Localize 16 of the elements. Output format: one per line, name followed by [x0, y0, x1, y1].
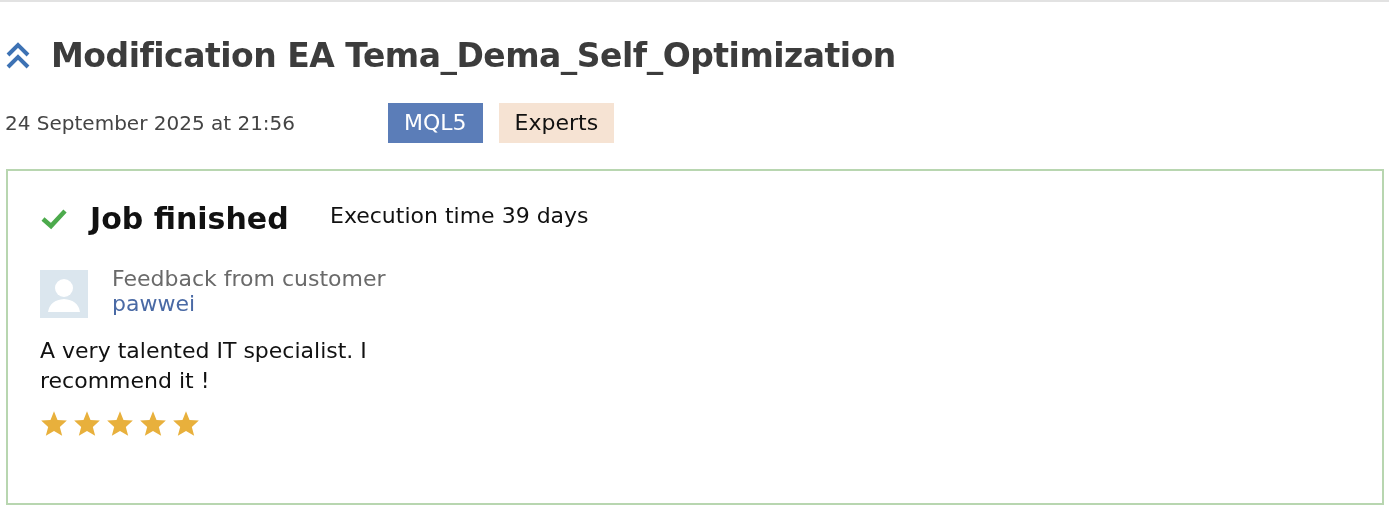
star-icon: [73, 410, 101, 437]
job-status: Job finished: [90, 201, 290, 236]
post-date: 24 September 2025 at 21:56: [5, 111, 297, 135]
review-text: A very talented IT specialist. I recommend it !: [40, 337, 368, 395]
star-icon: [106, 410, 134, 437]
feedback-label: Feedback from customer: [112, 266, 386, 291]
page-title: Modification EA Tema_Dema_Self_Optimization: [51, 36, 896, 75]
star-icon: [40, 410, 68, 437]
double-chevron-up-icon[interactable]: [5, 40, 31, 71]
execution-time: Execution time 39 days: [330, 203, 589, 228]
star-icon: [139, 410, 167, 437]
tag[interactable]: MQL5: [388, 103, 483, 143]
tag[interactable]: Experts: [498, 103, 615, 143]
star-icon: [172, 410, 200, 437]
customer-link[interactable]: pawwei: [112, 291, 386, 316]
avatar-icon: [40, 270, 88, 318]
